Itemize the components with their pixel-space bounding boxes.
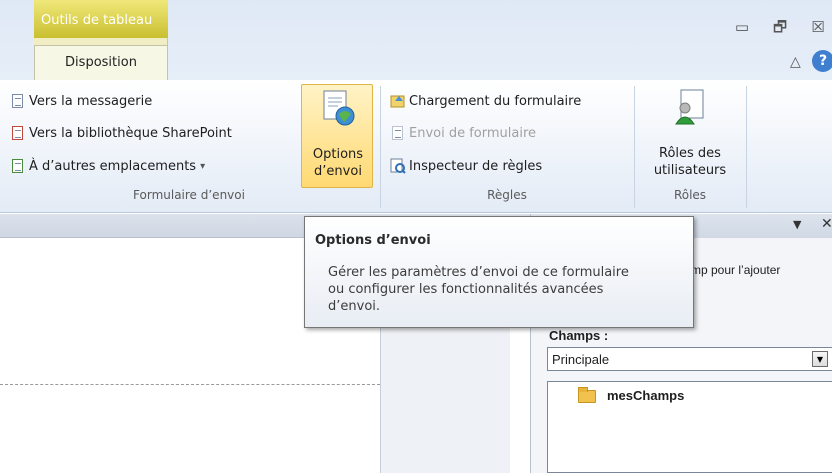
minimize-button[interactable]: ▭ [730, 15, 754, 39]
user-roles-label-1: Rôles des [659, 146, 721, 161]
form-submit-button[interactable]: Envoi de formulaire [390, 122, 536, 144]
publish-sharepoint-icon [10, 125, 26, 141]
group-label-roles: Rôles [673, 188, 707, 202]
form-submit-label: Envoi de formulaire [409, 125, 537, 141]
tooltip-line: Gérer les paramètres d’envoi de ce formu… [328, 265, 629, 280]
tooltip-line: d’envoi. [328, 299, 381, 314]
user-roles-icon [675, 89, 704, 125]
close-button[interactable]: ☒ [806, 15, 830, 39]
task-pane-instruction: mp pour l’ajouter [691, 263, 781, 277]
rule-inspector-button[interactable]: Inspecteur de règles [390, 155, 542, 177]
submit-options-button[interactable]: Options d’envoi [301, 84, 373, 188]
form-load-button[interactable]: Chargement du formulaire [390, 90, 581, 112]
form-submit-icon [390, 125, 406, 141]
help-icon[interactable]: ? [812, 50, 832, 72]
form-load-icon [390, 93, 406, 109]
to-email-button[interactable]: Vers la messagerie [10, 90, 152, 112]
submit-options-label-2: d’envoi [314, 164, 362, 179]
to-email-label: Vers la messagerie [29, 93, 153, 109]
rule-inspector-label: Inspecteur de règles [409, 158, 543, 174]
group-label-formulaire-envoi: Formulaire d’envoi [133, 188, 245, 202]
restore-button[interactable]: 🗗 [768, 15, 792, 39]
dropdown-arrow-icon: ▾ [200, 160, 206, 172]
group-separator [746, 86, 747, 208]
title-bar: Outils de tableau Disposition ▭ 🗗 ☒ △ ? [0, 0, 832, 80]
tooltip-body: Gérer les paramètres d’envoi de ce formu… [328, 264, 678, 315]
submit-options-icon [323, 90, 355, 126]
to-sharepoint-label: Vers la bibliothèque SharePoint [29, 125, 232, 141]
tab-disposition[interactable]: Disposition [34, 45, 168, 80]
user-roles-label-2: utilisateurs [653, 163, 727, 178]
tooltip-title: Options d’envoi [315, 233, 431, 248]
data-source-select[interactable]: Principale ▼ [547, 347, 832, 371]
ribbon: Vers la messagerie Vers la bibliothèque … [0, 80, 832, 213]
publish-email-icon [10, 93, 26, 109]
user-roles-button[interactable]: Rôles des utilisateurs [638, 86, 742, 186]
fields-label: Champs : [549, 328, 609, 343]
section-dashed-border [0, 384, 380, 385]
other-locations-button[interactable]: À d’autres emplacements ▾ [10, 155, 205, 177]
data-source-value: Principale [552, 352, 610, 367]
task-pane-close-icon[interactable]: ✕ [821, 216, 832, 232]
submit-options-label-1: Options [312, 147, 364, 162]
other-locations-label: À d’autres emplacements [29, 158, 197, 174]
group-label-regles: Règles [487, 188, 527, 202]
collapse-ribbon-icon[interactable]: △ [790, 54, 801, 70]
tooltip-line: ou configurer les fonctionnalités avancé… [328, 282, 604, 297]
folder-icon [578, 387, 596, 403]
tree-root-label[interactable]: mesChamps [607, 388, 684, 403]
form-load-label: Chargement du formulaire [409, 93, 582, 109]
context-tab-group-label: Outils de tableau [34, 0, 168, 38]
to-sharepoint-button[interactable]: Vers la bibliothèque SharePoint [10, 122, 232, 144]
fields-tree: mesChamps [547, 381, 832, 473]
task-pane-menu-icon[interactable]: ▼ [793, 218, 801, 231]
select-arrow-icon[interactable]: ▼ [812, 351, 828, 367]
rule-inspector-icon [390, 158, 406, 174]
context-tab-group: Outils de tableau Disposition [34, 0, 168, 80]
publish-other-icon [10, 158, 26, 174]
submit-options-tooltip: Options d’envoi Gérer les paramètres d’e… [304, 216, 694, 328]
